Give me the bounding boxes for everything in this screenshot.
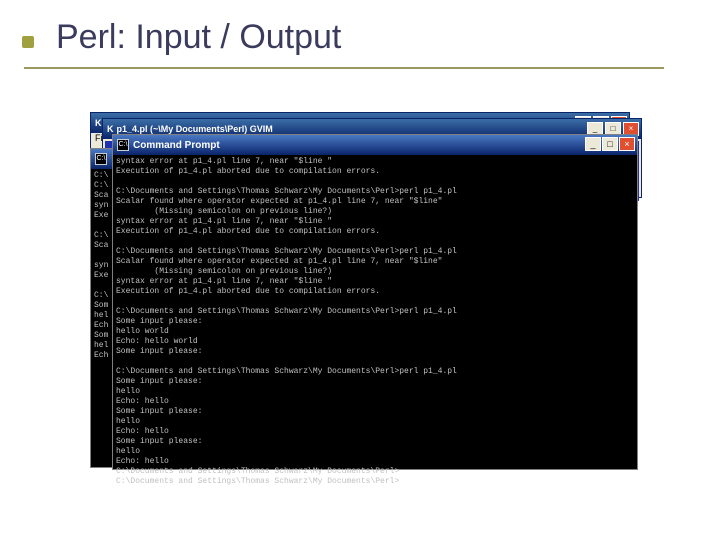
cmd-icon: C:\ xyxy=(95,153,107,165)
minimize-button[interactable]: _ xyxy=(585,137,601,151)
cmd-icon: C:\ xyxy=(117,139,129,151)
editor-title-text: p1_4.pl (~\My Documents\Perl) GVIM xyxy=(117,124,273,134)
editor-icon: K xyxy=(95,118,102,128)
screenshot-stage: K _ □ × File K p1_4.pl (~\My Documents\P… xyxy=(90,112,650,472)
slide-title: Perl: Input / Output xyxy=(56,18,690,57)
command-prompt-front[interactable]: C:\ Command Prompt _ □ × syntax error at… xyxy=(112,134,638,470)
maximize-button[interactable]: □ xyxy=(602,137,618,151)
close-button[interactable]: × xyxy=(619,137,635,151)
editor-icon: K xyxy=(107,124,114,134)
slide-bullet-icon xyxy=(22,36,34,48)
slide-header: Perl: Input / Output xyxy=(0,0,720,67)
console-output-front[interactable]: syntax error at p1_4.pl line 7, near "$l… xyxy=(113,155,637,489)
cmd-titlebar-front[interactable]: C:\ Command Prompt _ □ × xyxy=(113,135,637,155)
cmd-title-text: Command Prompt xyxy=(133,140,220,151)
header-rule xyxy=(24,67,664,69)
